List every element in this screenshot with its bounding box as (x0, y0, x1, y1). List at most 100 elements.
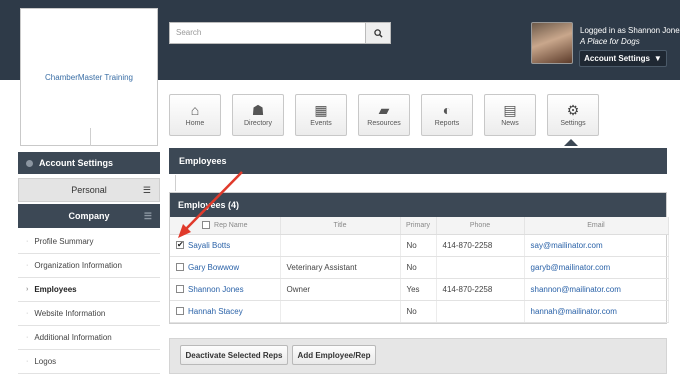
nav-tile-settings[interactable]: ⚙ Settings (547, 94, 599, 136)
search-button[interactable] (365, 22, 391, 44)
phone-cell: 414-870-2258 (436, 234, 525, 257)
search-icon (373, 28, 383, 38)
sidebar-list: · Profile Summary · Organization Informati… (18, 230, 160, 374)
sidebar-item-additional-information[interactable]: · Additional Information (18, 326, 160, 350)
page-title: Employees (169, 148, 667, 174)
account-settings-button[interactable]: Account Settings ▼ (579, 50, 667, 67)
nav-tile-directory[interactable]: ☗ Directory (232, 94, 284, 136)
phone-cell: 414-870-2258 (436, 278, 525, 301)
org-name: ChamberMaster Training (44, 72, 134, 82)
sidebar-section-header[interactable]: Account Settings (18, 152, 160, 174)
table-row: ✔ Sayali Botts No 414-870-2258 say@mailin… (170, 234, 669, 257)
column-header-email: Email (524, 217, 669, 235)
title-cell: Veterinary Assistant (280, 256, 401, 279)
phone-cell (436, 256, 525, 279)
nav-tile-reports[interactable]: ◐ Reports (421, 94, 473, 136)
rep-name-link[interactable]: Gary Bowwow (188, 263, 239, 272)
sidebar-tab-company[interactable]: Company ☰ (18, 204, 160, 228)
news-icon: ▤ (503, 102, 517, 118)
chevron-right-icon: › (26, 286, 29, 293)
sidebar-item-label: Logos (34, 357, 57, 366)
sidebar-item-website-information[interactable]: · Website Information (18, 302, 160, 326)
phone-cell (436, 300, 525, 323)
primary-cell: No (400, 234, 437, 257)
deactivate-selected-reps-button[interactable]: Deactivate Selected Reps (180, 345, 288, 365)
table-row: Gary Bowwow Veterinary Assistant No gary… (170, 256, 669, 279)
rep-name-cell[interactable]: ✔ Sayali Botts (170, 234, 281, 257)
table-row: Hannah Stacey No hannah@mailinator.com (170, 300, 669, 323)
sidebar-item-label: Website Information (34, 309, 106, 318)
user-organization: A Place for Dogs (580, 37, 640, 46)
nav-tile-label: Directory (243, 120, 272, 127)
row-checkbox[interactable] (176, 263, 184, 272)
nav-tile-label: Settings (560, 120, 586, 127)
menu-icon: ☰ (143, 210, 152, 221)
column-header-title: Title (280, 217, 401, 235)
nav-tile-news[interactable]: ▤ News (484, 94, 536, 136)
primary-cell: No (400, 256, 437, 279)
primary-cell: No (400, 300, 437, 323)
nav-tile-label: News (501, 120, 519, 127)
chart-icon: ◐ (442, 102, 452, 118)
row-checkbox[interactable] (176, 307, 184, 316)
rep-name-link[interactable]: Hannah Stacey (188, 307, 243, 316)
bullet-icon: · (26, 310, 29, 317)
row-checkbox[interactable] (176, 285, 184, 294)
sidebar-tab-label: Company (68, 211, 110, 221)
menu-icon: ☰ (142, 184, 151, 195)
column-header-label: Rep Name (214, 222, 248, 230)
bullet-icon (26, 159, 33, 167)
sidebar-item-profile-summary[interactable]: · Profile Summary (18, 230, 160, 254)
logged-in-label: Logged in as Shannon Jones (580, 26, 680, 35)
user-avatar[interactable] (531, 22, 573, 64)
rep-name-cell[interactable]: Shannon Jones (170, 278, 281, 301)
nav-tile-label: Home (185, 120, 205, 127)
sidebar-item-employees[interactable]: › Employees (18, 278, 160, 302)
bullet-icon: · (26, 358, 29, 365)
rep-name-link[interactable]: Sayali Botts (188, 241, 230, 250)
sidebar-item-organization-information[interactable]: · Organization Information (18, 254, 160, 278)
bullet-icon: · (26, 334, 29, 341)
bullet-icon: · (26, 238, 29, 245)
rep-name-cell[interactable]: Gary Bowwow (170, 256, 281, 279)
rep-name-link[interactable]: Shannon Jones (188, 285, 244, 294)
calendar-icon: ▦ (314, 102, 328, 118)
row-checkbox[interactable]: ✔ (176, 241, 184, 250)
folder-icon: ▰ (378, 102, 390, 118)
org-logo-box[interactable]: ChamberMaster Training (20, 8, 158, 146)
caret-down-icon: ▼ (653, 54, 662, 63)
divider (175, 175, 176, 191)
select-all-checkbox[interactable] (202, 221, 211, 230)
divider (90, 128, 91, 146)
sidebar-tab-personal[interactable]: Personal ☰ (18, 178, 160, 202)
search-input[interactable]: Search (169, 22, 365, 44)
sidebar-item-label: Organization Information (34, 261, 122, 270)
email-link[interactable]: say@mailinator.com (524, 234, 669, 257)
sidebar-item-label: Additional Information (34, 333, 112, 342)
gear-icon: ⚙ (566, 102, 580, 118)
email-link[interactable]: garyb@mailinator.com (524, 256, 669, 279)
nav-tile-label: Reports (434, 120, 460, 127)
column-header-primary: Primary (400, 217, 437, 235)
nav-tile-label: Events (310, 120, 332, 127)
employees-table: Rep Name Title Primary Phone Email ✔ Saya… (170, 217, 669, 323)
title-cell: Owner (280, 278, 401, 301)
add-employee-rep-button[interactable]: Add Employee/Rep (292, 345, 376, 365)
directory-icon: ☗ (251, 102, 265, 118)
rep-name-cell[interactable]: Hannah Stacey (170, 300, 281, 323)
title-cell (280, 300, 401, 323)
nav-tile-events[interactable]: ▦ Events (295, 94, 347, 136)
nav-tile-resources[interactable]: ▰ Resources (358, 94, 410, 136)
sidebar-tab-label: Personal (71, 185, 107, 195)
column-header-phone: Phone (436, 217, 525, 235)
nav-tile-home[interactable]: ⌂ Home (169, 94, 221, 136)
email-link[interactable]: shannon@mailinator.com (524, 278, 669, 301)
sidebar-section-title: Account Settings (39, 158, 114, 168)
email-link[interactable]: hannah@mailinator.com (524, 300, 669, 323)
column-header-rep-name[interactable]: Rep Name (170, 217, 281, 235)
sidebar-item-logos[interactable]: · Logos (18, 350, 160, 374)
table-header-row: Rep Name Title Primary Phone Email (170, 217, 669, 235)
title-cell (280, 234, 401, 257)
account-settings-label: Account Settings (584, 54, 650, 63)
nav-tile-label: Resources (367, 120, 401, 127)
